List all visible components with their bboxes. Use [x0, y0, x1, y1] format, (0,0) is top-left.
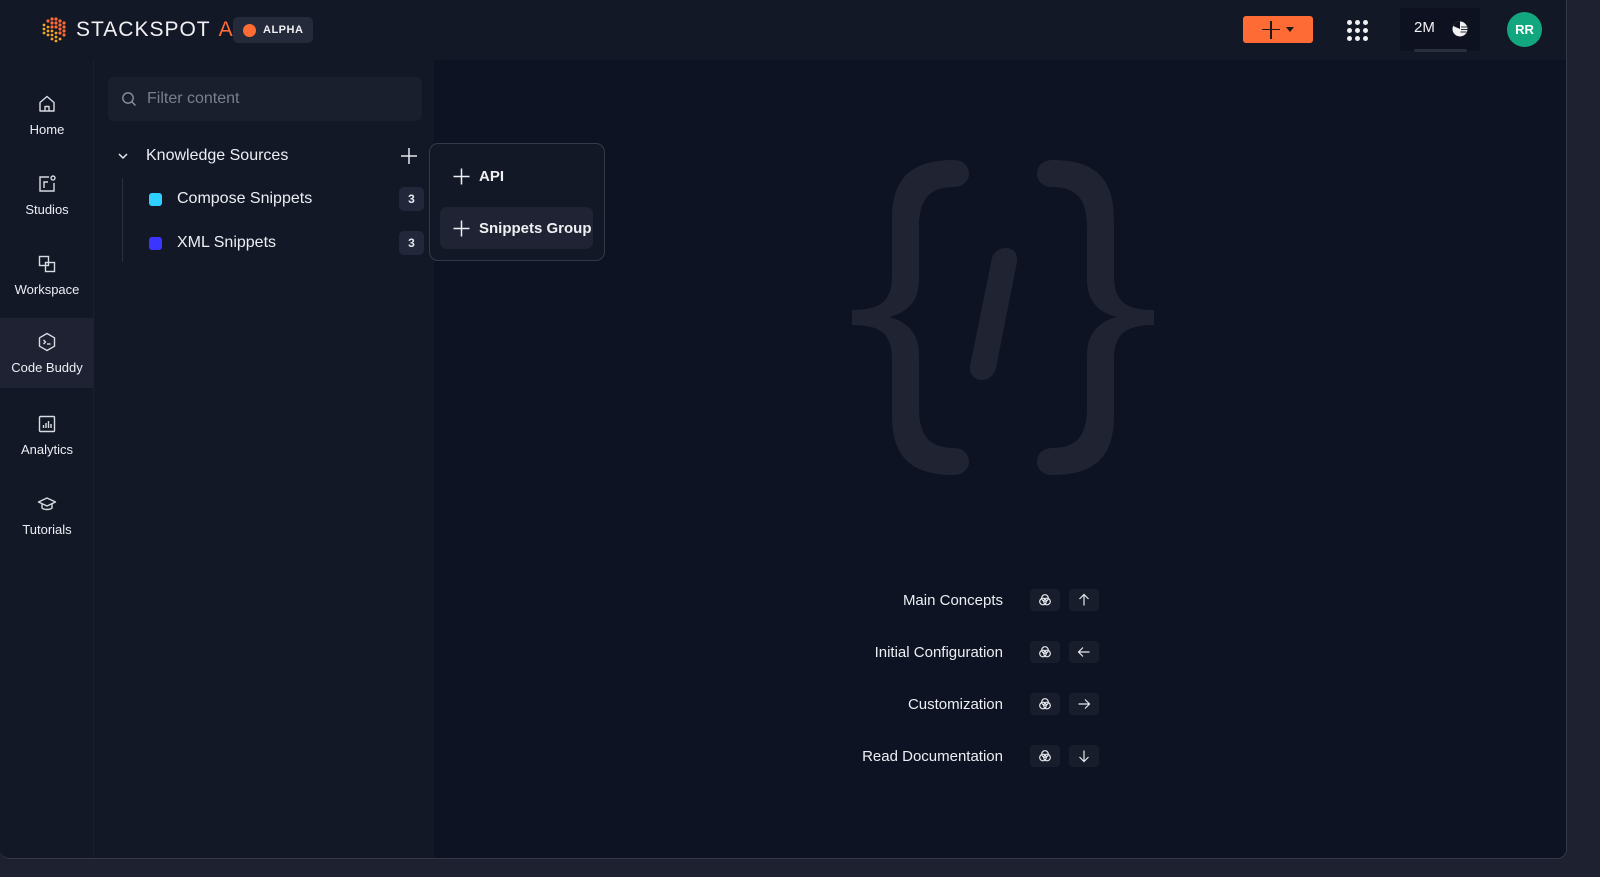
shortcut-arrow-key [1069, 589, 1099, 611]
apps-grid-dot [1346, 27, 1352, 33]
alpha-badge-label: ALPHA [263, 24, 304, 36]
shortcut-modifier-key [1030, 693, 1060, 715]
apps-grid-dot [1362, 27, 1368, 33]
filter-box [108, 77, 422, 121]
arrow-down-icon [1079, 750, 1089, 763]
shortcut-modifier-key [1030, 641, 1060, 663]
credits-value: 2M [1414, 19, 1435, 36]
shortcut-customization[interactable]: Customization [434, 692, 1099, 716]
compose-snippets-color-icon [149, 192, 162, 206]
shortcut-label: Customization [907, 695, 1003, 713]
stackspot-logo-icon [42, 17, 66, 43]
apps-grid-dot [1354, 27, 1360, 33]
nav-item-studios[interactable]: Studios [0, 160, 94, 230]
menu-item-snippets-group[interactable]: Snippets Group [440, 207, 593, 249]
home-icon [39, 95, 55, 112]
apps-grid-dot [1354, 35, 1360, 41]
nav-label: Home [29, 122, 65, 137]
credits-indicator[interactable]: 2M [1400, 8, 1480, 52]
app-window: STACKSPOT AI ALPHA 2M RR Home Studios Wo… [0, 0, 1567, 859]
nav-item-workspace[interactable]: Workspace [0, 240, 94, 310]
apps-grid-dot [1354, 19, 1360, 25]
xml-snippets-color-icon [149, 236, 162, 250]
knowledge-sources-title: Knowledge Sources [146, 147, 289, 164]
shortcut-modifier-icon [1039, 646, 1051, 658]
filter-content-input[interactable] [147, 90, 407, 108]
top-header: STACKSPOT AI ALPHA 2M RR [0, 0, 1566, 60]
shortcut-modifier-icon [1039, 750, 1051, 762]
knowledge-sources-toggle[interactable]: Knowledge Sources [108, 140, 424, 172]
nav-item-code-buddy[interactable]: Code Buddy [0, 318, 94, 388]
tree-guide-line [122, 178, 123, 262]
apps-grid-dot [1346, 35, 1352, 41]
knowledge-source-count: 3 [399, 187, 424, 211]
shortcut-arrow-key [1069, 641, 1099, 663]
add-source-menu: API Snippets Group [429, 143, 605, 261]
workspace-icon [38, 255, 56, 273]
user-avatar[interactable]: RR [1507, 12, 1542, 47]
knowledge-sidebar: Knowledge Sources Compose Snippets 3 XML… [94, 60, 434, 858]
knowledge-source-item[interactable]: Compose Snippets 3 [134, 181, 424, 217]
shortcut-label: Initial Configuration [874, 643, 1003, 661]
plus-icon [453, 220, 470, 236]
code-buddy-icon [38, 332, 56, 352]
menu-item-api[interactable]: API [440, 155, 593, 197]
shortcut-arrow-key [1069, 745, 1099, 767]
apps-grid-dot [1346, 19, 1352, 25]
code-braces-illustration [852, 160, 1154, 475]
menu-item-label: API [479, 167, 505, 185]
primary-nav: Home Studios Workspace Code Buddy Analyt… [0, 60, 94, 858]
alpha-badge: ALPHA [233, 17, 314, 43]
nav-label: Analytics [20, 442, 74, 457]
nav-item-tutorials[interactable]: Tutorials [0, 480, 94, 550]
caret-down-icon [1286, 27, 1294, 32]
knowledge-source-name: XML Snippets [177, 234, 277, 251]
nav-label: Workspace [14, 282, 80, 297]
knowledge-source-name: Compose Snippets [177, 190, 313, 207]
shortcut-main-concepts[interactable]: Main Concepts [434, 588, 1099, 612]
apps-grid-dot [1362, 35, 1368, 41]
plus-icon [453, 168, 470, 184]
shortcut-initial-configuration[interactable]: Initial Configuration [434, 640, 1099, 664]
studios-icon [39, 175, 56, 192]
arrow-up-icon [1079, 593, 1089, 606]
shortcut-modifier-icon [1039, 698, 1051, 710]
nav-label: Studios [25, 202, 69, 217]
nav-label: Code Buddy [11, 360, 83, 375]
shortcut-label: Main Concepts [902, 591, 1003, 609]
stackspot-logo[interactable]: STACKSPOT AI [38, 14, 240, 46]
apps-grid-button[interactable] [1346, 19, 1368, 41]
credits-progress-bar [1414, 49, 1467, 52]
shortcut-modifier-key [1030, 745, 1060, 767]
plus-icon [1262, 20, 1280, 39]
knowledge-source-item[interactable]: XML Snippets 3 [134, 225, 424, 261]
chevron-down-icon [118, 153, 128, 160]
shortcut-label: Read Documentation [862, 747, 1003, 765]
nav-item-home[interactable]: Home [0, 80, 94, 150]
add-knowledge-source-button[interactable] [400, 147, 418, 165]
shortcut-arrow-key [1069, 693, 1099, 715]
arrow-right-icon [1078, 699, 1091, 709]
shortcut-modifier-key [1030, 589, 1060, 611]
nav-item-analytics[interactable]: Analytics [0, 400, 94, 470]
search-icon [122, 92, 136, 106]
nav-label: Tutorials [22, 522, 72, 537]
menu-item-label: Snippets Group [479, 219, 592, 237]
brand-name: STACKSPOT [76, 18, 211, 41]
credits-pie-icon [1452, 21, 1468, 37]
arrow-left-icon [1077, 647, 1090, 657]
analytics-icon [38, 415, 56, 433]
apps-grid-dot [1362, 19, 1368, 25]
alpha-dot-icon [243, 23, 256, 37]
knowledge-source-count: 3 [399, 231, 424, 255]
create-new-button[interactable] [1243, 16, 1313, 43]
shortcut-modifier-icon [1039, 594, 1051, 606]
graduation-cap-icon [37, 497, 57, 511]
shortcut-read-documentation[interactable]: Read Documentation [434, 744, 1099, 768]
